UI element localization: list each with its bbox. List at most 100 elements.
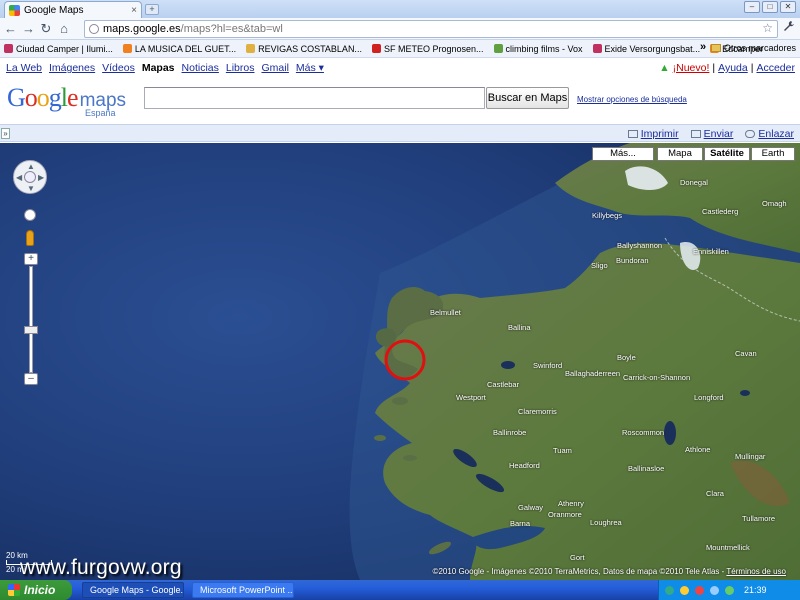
other-bookmarks[interactable]: Otros marcadores — [710, 43, 796, 53]
pan-up-icon[interactable]: ▲ — [27, 162, 35, 171]
bookmark-star-icon[interactable]: ☆ — [762, 21, 773, 35]
zoom-slider-track[interactable] — [29, 266, 33, 373]
close-tab-icon[interactable]: × — [131, 5, 141, 16]
place-label[interactable]: Roscommon — [622, 428, 664, 437]
place-label[interactable]: Castlebar — [487, 380, 519, 389]
browser-tab[interactable]: Google Maps × — [4, 1, 142, 18]
address-bar[interactable]: maps.google.es/maps?hl=es&tab=wl ☆ — [84, 20, 778, 38]
wrench-menu-icon[interactable] — [783, 20, 795, 35]
link-more[interactable]: Más ▾ — [296, 62, 324, 74]
link-gmail[interactable]: Gmail — [261, 62, 288, 74]
place-label[interactable]: Athenry — [558, 499, 584, 508]
link-sign-in[interactable]: Acceder — [756, 62, 795, 74]
place-label[interactable]: Donegal — [680, 178, 708, 187]
place-label[interactable]: Ballaghaderreen — [565, 369, 620, 378]
zoom-out-button[interactable]: – — [24, 373, 38, 385]
link-web[interactable]: La Web — [6, 62, 42, 74]
terms-link[interactable]: Términos de uso — [726, 567, 786, 576]
place-label[interactable]: Tuam — [553, 446, 572, 455]
new-tab-button[interactable]: + — [145, 4, 159, 15]
link-videos[interactable]: Vídeos — [102, 62, 135, 74]
bookmark-item[interactable]: Exide Versorgungsbat... — [592, 44, 700, 54]
search-options-link[interactable]: Mostrar opciones de búsqueda — [577, 95, 687, 104]
place-label[interactable]: Carrick-on-Shannon — [623, 373, 690, 382]
zoom-reset-button[interactable] — [24, 209, 36, 221]
reload-icon[interactable]: ↻ — [40, 21, 52, 37]
place-label[interactable]: Cavan — [735, 349, 757, 358]
search-button[interactable]: Buscar en Maps — [486, 87, 569, 109]
pan-down-icon[interactable]: ▼ — [27, 184, 35, 193]
place-label[interactable]: Ballinasloe — [628, 464, 664, 473]
link-images[interactable]: Imágenes — [49, 62, 95, 74]
place-label[interactable]: Loughrea — [590, 518, 622, 527]
bookmarks-overflow-button[interactable]: » — [700, 41, 706, 53]
place-label[interactable]: Sligo — [591, 261, 608, 270]
start-button[interactable]: Inicio — [0, 580, 72, 600]
search-input[interactable] — [144, 87, 485, 109]
taskbar-item-powerpoint[interactable]: Microsoft PowerPoint ... — [192, 582, 294, 598]
bookmark-item[interactable]: REVIGAS COSTABLAN... — [246, 44, 362, 54]
tray-icon[interactable] — [695, 585, 704, 595]
place-label[interactable]: Oranmore — [548, 510, 582, 519]
map-type-map[interactable]: Mapa — [657, 147, 703, 161]
pan-right-icon[interactable]: ▶ — [38, 173, 44, 182]
place-label[interactable]: Claremorris — [518, 407, 557, 416]
place-label[interactable]: Bundoran — [616, 256, 649, 265]
place-label[interactable]: Castlederg — [702, 207, 738, 216]
zoom-slider-thumb[interactable] — [24, 326, 38, 334]
map-type-more[interactable]: Más... — [592, 147, 654, 161]
pan-left-icon[interactable]: ◀ — [16, 173, 22, 182]
minimize-button[interactable]: – — [744, 1, 760, 13]
zoom-in-button[interactable]: + — [24, 253, 38, 265]
link-help[interactable]: Ayuda — [718, 62, 748, 74]
place-label[interactable]: Longford — [694, 393, 724, 402]
place-label[interactable]: Swinford — [533, 361, 562, 370]
close-window-button[interactable]: ✕ — [780, 1, 796, 13]
map-type-satellite[interactable]: Satélite — [704, 147, 750, 161]
place-label[interactable]: Galway — [518, 503, 543, 512]
place-label[interactable]: Athlone — [685, 445, 710, 454]
place-label[interactable]: Westport — [456, 393, 486, 402]
back-icon[interactable]: ← — [4, 21, 17, 36]
link-button[interactable]: Enlazar — [745, 128, 794, 140]
place-label[interactable]: Belmullet — [430, 308, 461, 317]
tray-icon[interactable] — [710, 585, 719, 595]
place-label[interactable]: Tullamore — [742, 514, 775, 523]
home-icon[interactable]: ⌂ — [58, 21, 70, 36]
place-label[interactable]: Mountmellick — [706, 543, 750, 552]
pegman-street-view-icon[interactable] — [26, 230, 34, 246]
map-type-earth[interactable]: Earth — [751, 147, 795, 161]
print-button[interactable]: Imprimir — [627, 128, 679, 140]
place-label[interactable]: Clara — [706, 489, 724, 498]
place-label[interactable]: Boyle — [617, 353, 636, 362]
google-maps-logo[interactable]: Google maps España — [7, 83, 126, 119]
forward-icon[interactable]: → — [22, 21, 35, 36]
send-button[interactable]: Enviar — [690, 128, 733, 140]
place-label[interactable]: Ballinrobe — [493, 428, 526, 437]
link-news[interactable]: Noticias — [182, 62, 219, 74]
place-label[interactable]: Headford — [509, 461, 540, 470]
place-label[interactable]: Ballyshannon — [617, 241, 662, 250]
tray-icon[interactable] — [680, 585, 689, 595]
bookmark-item[interactable]: climbing films - Vox — [493, 44, 583, 54]
place-label[interactable]: Gort — [570, 553, 585, 562]
bookmark-item[interactable]: SF METEO Prognosen... — [371, 44, 484, 54]
place-label[interactable]: Enniskillen — [693, 247, 729, 256]
tray-icon[interactable] — [665, 585, 674, 595]
satellite-map[interactable]: Ballina Castlebar Westport Swinford Clar… — [0, 143, 800, 580]
collapse-panel-button[interactable]: » — [1, 128, 10, 139]
place-label[interactable]: Barna — [510, 519, 530, 528]
pan-control[interactable]: ▲ ▼ ◀ ▶ — [13, 160, 47, 194]
link-nuevo[interactable]: ¡Nuevo! — [673, 62, 710, 74]
taskbar-item-chrome[interactable]: Google Maps - Google... — [82, 582, 184, 598]
maximize-button[interactable]: □ — [762, 1, 778, 13]
bookmark-item[interactable]: LA MUSICA DEL GUET... — [122, 44, 236, 54]
place-label[interactable]: Ballina — [508, 323, 531, 332]
bookmark-item[interactable]: Ciudad Camper | Ilumi... — [4, 44, 113, 54]
place-label[interactable]: Mullingar — [735, 452, 765, 461]
place-label[interactable]: Killybegs — [592, 211, 622, 220]
tray-icon[interactable] — [725, 585, 734, 595]
place-label[interactable]: Omagh — [762, 199, 787, 208]
clock[interactable]: 21:39 — [744, 585, 767, 595]
link-books[interactable]: Libros — [226, 62, 255, 74]
